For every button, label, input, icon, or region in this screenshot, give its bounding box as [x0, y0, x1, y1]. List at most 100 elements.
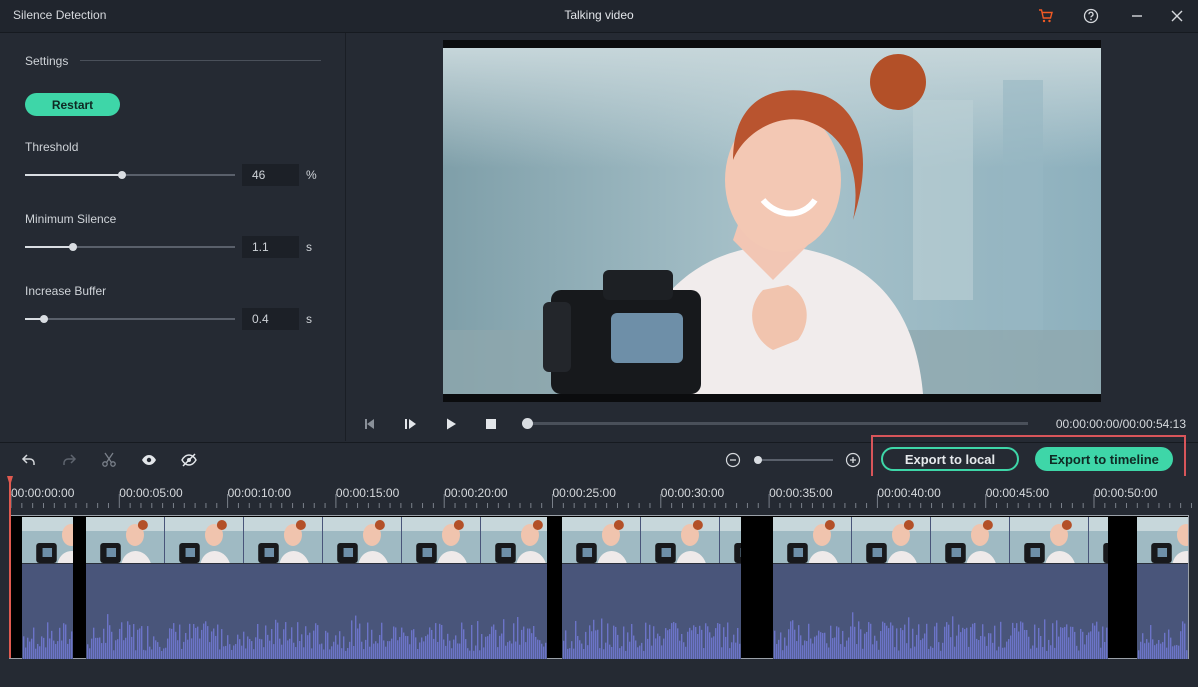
waveform-bar [1088, 632, 1090, 659]
waveform-bar [393, 626, 395, 659]
minimize-icon[interactable] [1127, 6, 1147, 26]
undo-icon[interactable] [20, 451, 38, 469]
video-clip[interactable] [1137, 517, 1188, 659]
scissors-icon[interactable] [100, 451, 118, 469]
min-silence-input[interactable]: 1.1 [242, 236, 299, 258]
waveform-bar [832, 638, 834, 659]
waveform-bar [798, 625, 800, 659]
restart-button[interactable]: Restart [25, 93, 120, 116]
min-silence-slider[interactable] [25, 243, 235, 251]
waveform-bar [355, 615, 357, 659]
waveform-bar [649, 624, 651, 659]
waveform-bar [353, 645, 355, 659]
zoom-slider-knob[interactable] [754, 456, 762, 464]
export-to-local-button[interactable]: Export to local [881, 447, 1019, 471]
increase-buffer-input[interactable]: 0.4 [242, 308, 299, 330]
video-clip[interactable] [562, 517, 741, 659]
waveform-bar [311, 648, 313, 659]
waveform-bar [784, 637, 786, 659]
help-icon[interactable] [1081, 6, 1101, 26]
waveform-bar [956, 635, 958, 659]
next-frame-icon[interactable] [402, 416, 418, 432]
waveform-bar [25, 647, 27, 659]
redo-icon[interactable] [60, 451, 78, 469]
waveform-bar [942, 642, 944, 659]
waveform-bar [1076, 645, 1078, 659]
zoom-in-icon[interactable] [844, 451, 862, 469]
playback-progress-bar[interactable] [522, 418, 1028, 429]
timeline-track[interactable] [9, 515, 1189, 659]
export-to-timeline-button[interactable]: Export to timeline [1035, 447, 1173, 471]
waveform-bar [1084, 644, 1086, 659]
waveform-bar [838, 627, 840, 659]
threshold-input[interactable]: 46 [242, 164, 299, 186]
audio-waveform [774, 612, 1108, 659]
timeline-ruler[interactable]: 00:00:00:00 00:00:05:00 00:00:10:00 00:00:1… [0, 476, 1198, 510]
video-clip[interactable] [86, 517, 547, 659]
waveform-bar [439, 623, 441, 659]
waveform-bar [998, 646, 1000, 659]
waveform-bar [381, 622, 383, 659]
title-bar: Silence Detection Talking video [0, 0, 1198, 33]
eye-icon[interactable] [140, 451, 158, 469]
waveform-bar [727, 622, 729, 659]
waveform-bar [1144, 643, 1146, 659]
waveform-bar [874, 635, 876, 659]
play-icon[interactable] [443, 416, 459, 432]
stop-icon[interactable] [483, 416, 499, 432]
waveform-bar [1054, 647, 1056, 659]
waveform-bar [269, 640, 271, 659]
playback-progress-knob[interactable] [522, 418, 533, 429]
previous-frame-icon[interactable] [362, 416, 378, 432]
video-preview[interactable] [443, 40, 1101, 402]
waveform-bar [701, 629, 703, 659]
video-clip[interactable] [773, 517, 1108, 659]
threshold-slider-knob[interactable] [117, 171, 126, 179]
waveform-bar [1034, 624, 1036, 659]
clip-thumbnails [773, 517, 1108, 564]
waveform-bar [651, 645, 653, 659]
waveform-bar [297, 622, 299, 659]
waveform-bar [888, 628, 890, 659]
waveform-bar [703, 648, 705, 659]
zoom-out-icon[interactable] [724, 451, 742, 469]
waveform-bar [437, 641, 439, 659]
waveform-bar [345, 650, 347, 659]
zoom-slider[interactable] [754, 456, 833, 464]
playhead[interactable] [9, 476, 11, 658]
waveform-bar [780, 632, 782, 659]
waveform-bar [143, 649, 145, 659]
waveform-bar [1092, 623, 1094, 659]
waveform-bar [966, 627, 968, 659]
increase-buffer-slider-knob[interactable] [39, 315, 48, 323]
video-clip[interactable] [22, 517, 73, 659]
waveform-bar [663, 638, 665, 659]
ruler-label: 00:00:45:00 [985, 486, 1050, 500]
waveform-bar [241, 645, 243, 659]
waveform-bar [357, 628, 359, 659]
waveform-bar [193, 624, 195, 659]
divider [80, 60, 321, 61]
waveform-bar [453, 639, 455, 659]
waveform-bar [69, 638, 71, 659]
increase-buffer-slider[interactable] [25, 315, 235, 323]
waveform-bar [621, 646, 623, 659]
waveform-bar [113, 650, 115, 659]
waveform-bar [499, 635, 501, 659]
waveform-bar [41, 636, 43, 659]
waveform-bar [735, 642, 737, 659]
min-silence-slider-knob[interactable] [69, 243, 78, 251]
waveform-bar [249, 638, 251, 659]
close-icon[interactable] [1167, 6, 1187, 26]
waveform-bar [497, 647, 499, 659]
audio-waveform [1138, 621, 1188, 659]
waveform-bar [295, 647, 297, 659]
threshold-slider[interactable] [25, 171, 235, 179]
waveform-bar [846, 640, 848, 659]
waveform-bar [1174, 645, 1176, 659]
cart-icon[interactable] [1036, 6, 1056, 26]
waveform-bar [481, 634, 483, 659]
waveform-bar [469, 650, 471, 659]
eye-hidden-icon[interactable] [180, 451, 198, 469]
waveform-bar [872, 644, 874, 659]
